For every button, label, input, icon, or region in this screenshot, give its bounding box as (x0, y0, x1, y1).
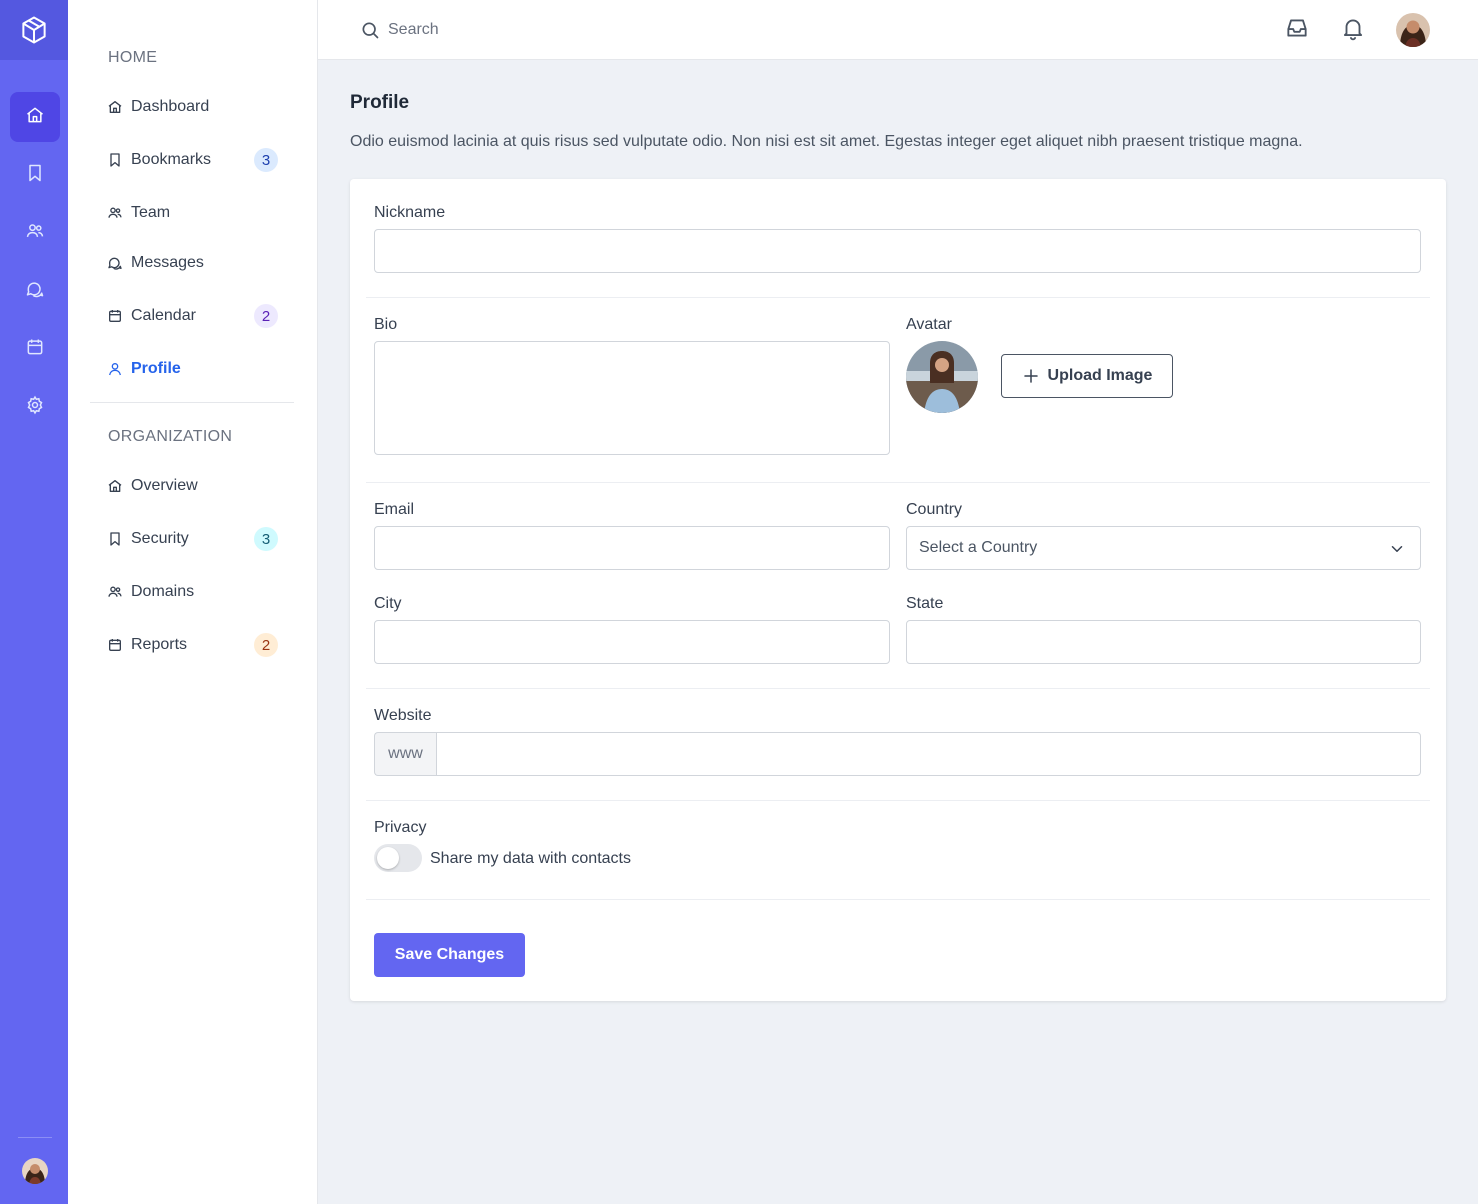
city-label: City (374, 595, 402, 612)
bell-icon (1340, 15, 1366, 46)
home-icon (106, 98, 124, 116)
users-icon (25, 221, 45, 246)
bio-label: Bio (374, 316, 398, 333)
count-badge: 3 (254, 527, 278, 551)
state-input[interactable] (906, 620, 1421, 664)
upload-image-button[interactable]: Upload Image (1001, 354, 1173, 398)
toggle-knob (377, 847, 399, 869)
chat-icon (25, 279, 45, 304)
sidebar-item-reports[interactable]: Reports 2 (106, 627, 278, 663)
sidebar-item-label: Calendar (131, 307, 196, 324)
bookmark-icon (25, 163, 45, 188)
rail-home-button[interactable] (10, 92, 60, 142)
sidebar-item-domains[interactable]: Domains (106, 574, 278, 610)
country-select-value: Select a Country (919, 539, 1038, 556)
cube-logo-icon[interactable] (0, 0, 68, 60)
sidebar: HOME Dashboard Bookmarks 3 Team Messages… (68, 0, 318, 1204)
count-badge: 3 (254, 148, 278, 172)
sidebar-item-label: Profile (131, 360, 181, 377)
city-input[interactable] (374, 620, 890, 664)
rail-settings-button[interactable] (10, 382, 60, 432)
count-badge: 2 (254, 304, 278, 328)
rail-calendar-button[interactable] (10, 324, 60, 374)
privacy-toggle-label: Share my data with contacts (430, 850, 631, 867)
sidebar-item-label: Dashboard (131, 98, 210, 115)
sidebar-item-messages[interactable]: Messages (106, 245, 278, 281)
calendar-icon (106, 307, 124, 325)
bookmark-icon (106, 151, 124, 169)
sidebar-item-label: Messages (131, 254, 204, 271)
nickname-label: Nickname (374, 204, 446, 221)
website-prefix: www (374, 732, 436, 776)
avatar-image (906, 341, 978, 413)
sidebar-item-overview[interactable]: Overview (106, 468, 278, 504)
page-title: Profile (350, 92, 410, 113)
users-icon (106, 204, 124, 222)
search-icon (360, 20, 380, 40)
state-label: State (906, 595, 944, 612)
rail-bookmark-button[interactable] (10, 150, 60, 200)
sidebar-item-label: Bookmarks (131, 151, 212, 168)
privacy-label: Privacy (374, 819, 427, 836)
website-label: Website (374, 707, 432, 724)
count-badge: 2 (254, 633, 278, 657)
section-divider (366, 297, 1430, 298)
sidebar-divider (90, 402, 294, 403)
sidebar-item-label: Team (131, 204, 171, 221)
home-icon (106, 477, 124, 495)
section-divider (366, 688, 1430, 689)
user-avatar[interactable] (1396, 13, 1430, 47)
section-divider (366, 800, 1430, 801)
home-icon (25, 105, 45, 130)
rail-divider (18, 1137, 52, 1138)
country-label: Country (906, 501, 963, 518)
user-icon (106, 360, 124, 378)
notifications-button[interactable] (1337, 14, 1369, 46)
search-input[interactable] (388, 14, 788, 46)
profile-form-card: Nickname Bio Avatar Upload Image Email C… (350, 179, 1446, 1001)
section-title-organization: ORGANIZATION (108, 428, 233, 445)
sidebar-item-profile[interactable]: Profile (106, 351, 278, 387)
nickname-input[interactable] (374, 229, 1421, 273)
section-title-home: HOME (108, 49, 158, 66)
save-changes-button[interactable]: Save Changes (374, 933, 525, 977)
upload-image-label: Upload Image (1047, 367, 1153, 384)
sidebar-item-security[interactable]: Security 3 (106, 521, 278, 557)
chat-icon (106, 254, 124, 272)
plus-icon (1022, 367, 1040, 385)
rail-user-avatar[interactable] (22, 1158, 48, 1184)
rail-chat-button[interactable] (10, 266, 60, 316)
privacy-toggle[interactable] (374, 844, 422, 872)
rail-users-button[interactable] (10, 208, 60, 258)
sidebar-item-calendar[interactable]: Calendar 2 (106, 298, 278, 334)
sidebar-item-label: Reports (131, 636, 188, 653)
sidebar-item-label: Domains (131, 583, 195, 600)
avatar-label: Avatar (906, 316, 952, 333)
country-select[interactable]: Select a Country (906, 526, 1421, 570)
icon-rail (0, 0, 68, 1204)
email-label: Email (374, 501, 415, 518)
calendar-icon (25, 337, 45, 362)
sidebar-item-team[interactable]: Team (106, 195, 278, 231)
inbox-icon (1284, 15, 1310, 46)
topbar (318, 0, 1478, 60)
email-input[interactable] (374, 526, 890, 570)
calendar-icon (106, 636, 124, 654)
gear-icon (25, 395, 45, 420)
sidebar-item-bookmarks[interactable]: Bookmarks 3 (106, 142, 278, 178)
sidebar-item-dashboard[interactable]: Dashboard (106, 89, 278, 125)
sidebar-item-label: Security (131, 530, 189, 547)
page-description: Odio euismod lacinia at quis risus sed v… (350, 133, 1303, 150)
bio-textarea[interactable] (374, 341, 890, 455)
sidebar-item-label: Overview (131, 477, 198, 494)
users-icon (106, 583, 124, 601)
inbox-button[interactable] (1281, 14, 1313, 46)
section-divider (366, 482, 1430, 483)
website-input[interactable] (436, 732, 1421, 776)
chevron-down-icon (1388, 540, 1406, 558)
bookmark-icon (106, 530, 124, 548)
section-divider (366, 899, 1430, 900)
